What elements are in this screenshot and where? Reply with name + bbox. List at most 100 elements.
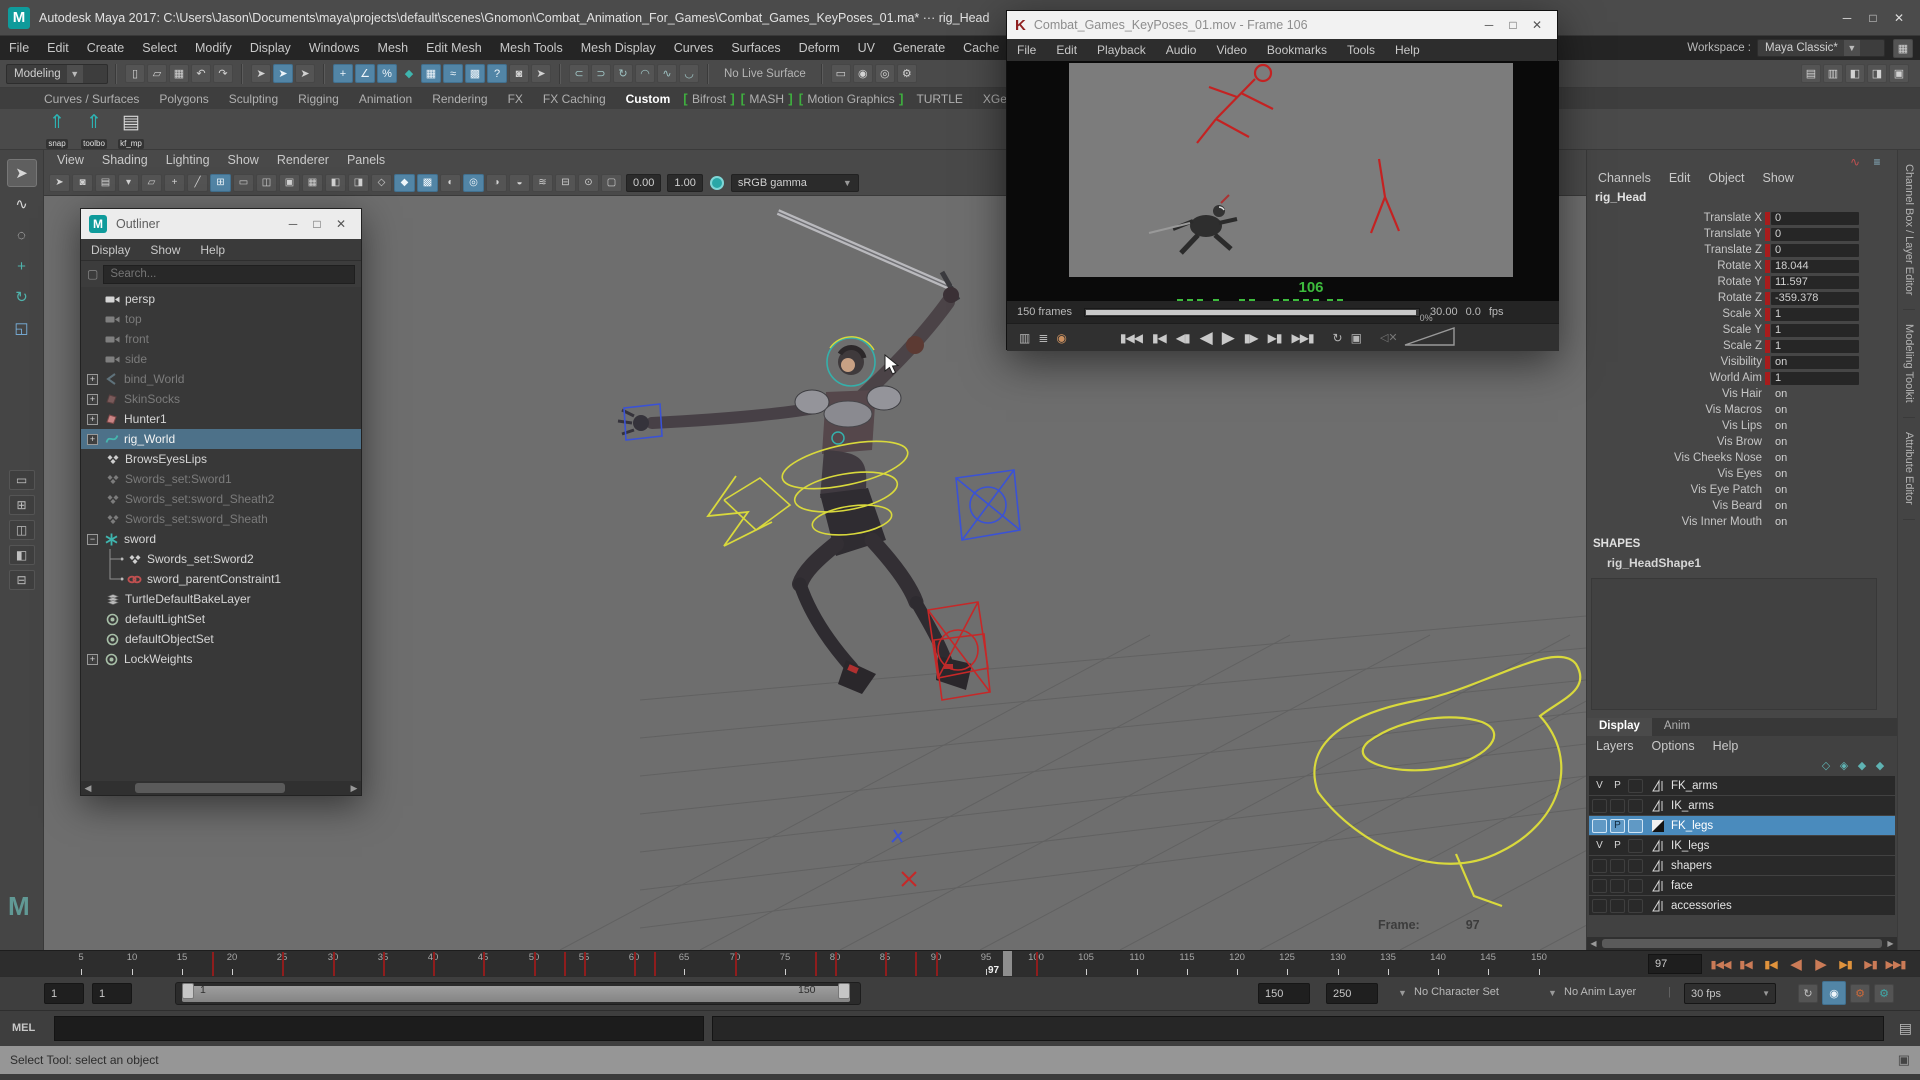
play-backwards-button[interactable]: ◀: [1200, 328, 1212, 348]
range-slider[interactable]: 1 150: [175, 982, 861, 1005]
scrollbar-thumb[interactable]: [1602, 939, 1882, 948]
shadows-icon[interactable]: ◑: [486, 174, 507, 192]
surface-curve-icon[interactable]: ◡: [679, 64, 699, 83]
menu-layers-layers[interactable]: Layers: [1587, 734, 1643, 758]
menu-player-audio[interactable]: Audio: [1156, 39, 1207, 61]
multisample-icon[interactable]: ⊟: [555, 174, 576, 192]
menu-main-uv[interactable]: UV: [849, 36, 884, 60]
menu-main-surfaces[interactable]: Surfaces: [722, 36, 789, 60]
outliner-window[interactable]: M Outliner ─ □ ✕ DisplayShowHelp ▢ persp…: [80, 208, 362, 796]
shelf-tab-bifrost[interactable]: [ Bifrost ]: [680, 88, 737, 109]
snap-rotate-icon[interactable]: ∠: [355, 64, 375, 83]
layer-name[interactable]: accessories: [1671, 900, 1732, 912]
outliner-item-rig-world[interactable]: +rig_World: [81, 429, 361, 449]
menu-set-dropdown[interactable]: Modeling ▼: [6, 64, 108, 84]
channel-value[interactable]: on: [1771, 468, 1859, 481]
motion-blur-icon[interactable]: ≋: [532, 174, 553, 192]
menu-channelbox-channels[interactable]: Channels: [1589, 166, 1660, 190]
channel-value[interactable]: on: [1771, 388, 1859, 401]
channel-row-rotate-z[interactable]: Rotate Z-359.378: [1589, 290, 1881, 306]
render-view-icon[interactable]: ▭: [831, 64, 851, 83]
outliner-toggle-icon[interactable]: ▥: [1823, 64, 1843, 83]
shelf-tab-turtle[interactable]: TURTLE: [906, 89, 972, 109]
snap-grid-icon[interactable]: ▦: [421, 64, 441, 83]
camera-attributes-icon[interactable]: ▤: [95, 174, 116, 192]
new-scene-icon[interactable]: ▯: [125, 64, 145, 83]
channel-value[interactable]: 0: [1771, 212, 1859, 225]
menu-main-cache[interactable]: Cache: [954, 36, 1008, 60]
channel-value[interactable]: -359.378: [1771, 292, 1859, 305]
channel-value[interactable]: 11.597: [1771, 276, 1859, 289]
snap-move-icon[interactable]: +: [333, 64, 353, 83]
workspace-grid-icon[interactable]: ▦: [1893, 39, 1913, 58]
lighting-icon[interactable]: ◎: [463, 174, 484, 192]
render-preferences-icon[interactable]: ⚙: [1874, 984, 1894, 1003]
menu-outliner-help[interactable]: Help: [190, 239, 235, 261]
menu-main-mesh-tools[interactable]: Mesh Tools: [491, 36, 572, 60]
mel-label[interactable]: MEL: [12, 1022, 35, 1034]
render-current-frame-icon[interactable]: ◉: [853, 64, 873, 83]
previous-bookmark-button[interactable]: ▮◀: [1152, 331, 1166, 345]
wireframe-icon[interactable]: ◇: [371, 174, 392, 192]
four-pane-layout-icon[interactable]: ⊞: [9, 495, 35, 515]
layer-visibility-toggle[interactable]: [1592, 879, 1607, 893]
raise-panels-icon[interactable]: ▤: [1801, 64, 1821, 83]
channel-row-scale-y[interactable]: Scale Y1: [1589, 322, 1881, 338]
player-timeline-track[interactable]: [1084, 308, 1420, 317]
chevron-down-icon[interactable]: ▼: [1548, 988, 1557, 998]
menu-main-create[interactable]: Create: [78, 36, 134, 60]
color-palette-icon[interactable]: ◉: [1056, 331, 1066, 345]
snap-point-icon[interactable]: ▩: [465, 64, 485, 83]
menu-player-tools[interactable]: Tools: [1337, 39, 1385, 61]
layer-add-selected-icon[interactable]: ◈: [1836, 756, 1852, 775]
step-forward-frame-button[interactable]: ▶▮: [1858, 953, 1883, 975]
field-chart-icon[interactable]: ▦: [302, 174, 323, 192]
channel-row-rotate-x[interactable]: Rotate X18.044: [1589, 258, 1881, 274]
channel-value[interactable]: 1: [1771, 308, 1859, 321]
layer-visibility-toggle[interactable]: V: [1592, 839, 1607, 853]
expander-icon[interactable]: +: [87, 434, 98, 445]
lasso-tool-icon[interactable]: ∿: [7, 190, 37, 218]
time-slider[interactable]: 5101520253035404550556065707580859095100…: [0, 950, 1920, 976]
channel-value[interactable]: on: [1771, 484, 1859, 497]
single-pane-layout-icon[interactable]: ▭: [9, 470, 35, 490]
bookmarks-icon[interactable]: ▾: [118, 174, 139, 192]
channel-row-scale-z[interactable]: Scale Z1: [1589, 338, 1881, 354]
pan-zoom-icon[interactable]: +: [164, 174, 185, 192]
resolution-gate-icon[interactable]: ◫: [256, 174, 277, 192]
layer-display-toggle[interactable]: [1628, 859, 1643, 873]
channel-row-vis-eye-patch[interactable]: Vis Eye Patchon: [1589, 482, 1881, 498]
outliner-item-swords-set-sword-sheath[interactable]: Swords_set:sword_Sheath: [81, 509, 361, 529]
construction-history-icon[interactable]: ↻: [613, 64, 633, 83]
channel-row-vis-macros[interactable]: Vis Macroson: [1589, 402, 1881, 418]
channel-value[interactable]: on: [1771, 500, 1859, 513]
shelf-tab-animation[interactable]: Animation: [349, 89, 422, 109]
scroll-right-icon[interactable]: ▶: [1884, 939, 1897, 948]
shelf-tab-custom[interactable]: Custom: [616, 89, 681, 109]
exposure-field[interactable]: 0.00: [626, 174, 661, 192]
channel-row-translate-z[interactable]: Translate Z0: [1589, 242, 1881, 258]
outliner-item-swords-set-sword1[interactable]: Swords_set:Sword1: [81, 469, 361, 489]
outliner-item-side[interactable]: side: [81, 349, 361, 369]
menu-outliner-display[interactable]: Display: [81, 239, 140, 261]
outliner-item-hunter1[interactable]: +Hunter1: [81, 409, 361, 429]
shelf-tab-rigging[interactable]: Rigging: [288, 89, 349, 109]
wire-curve-icon[interactable]: ∿: [657, 64, 677, 83]
select-object-icon[interactable]: ➤: [273, 64, 293, 83]
menu-outliner-show[interactable]: Show: [140, 239, 190, 261]
channel-value[interactable]: on: [1771, 436, 1859, 449]
go-to-start-button[interactable]: ▮◀◀: [1120, 331, 1142, 345]
select-tool-icon[interactable]: ➤: [7, 159, 37, 187]
select-camera-icon[interactable]: ➤: [49, 174, 70, 192]
step-back-button[interactable]: ◀▮: [1176, 331, 1190, 345]
output-window-icon[interactable]: ▣: [1898, 1052, 1910, 1068]
render-settings-icon[interactable]: ⚙: [897, 64, 917, 83]
layer-row-ik-legs[interactable]: VPIK_legs: [1589, 836, 1895, 855]
layer-playback-toggle[interactable]: [1610, 859, 1625, 873]
safe-title-icon[interactable]: ◨: [348, 174, 369, 192]
layer-row-face[interactable]: face: [1589, 876, 1895, 895]
close-button[interactable]: ✕: [329, 217, 353, 231]
play-forwards-button[interactable]: ▶: [1808, 953, 1833, 975]
close-button[interactable]: ✕: [1886, 8, 1912, 28]
input-connections-icon[interactable]: ⊂: [569, 64, 589, 83]
